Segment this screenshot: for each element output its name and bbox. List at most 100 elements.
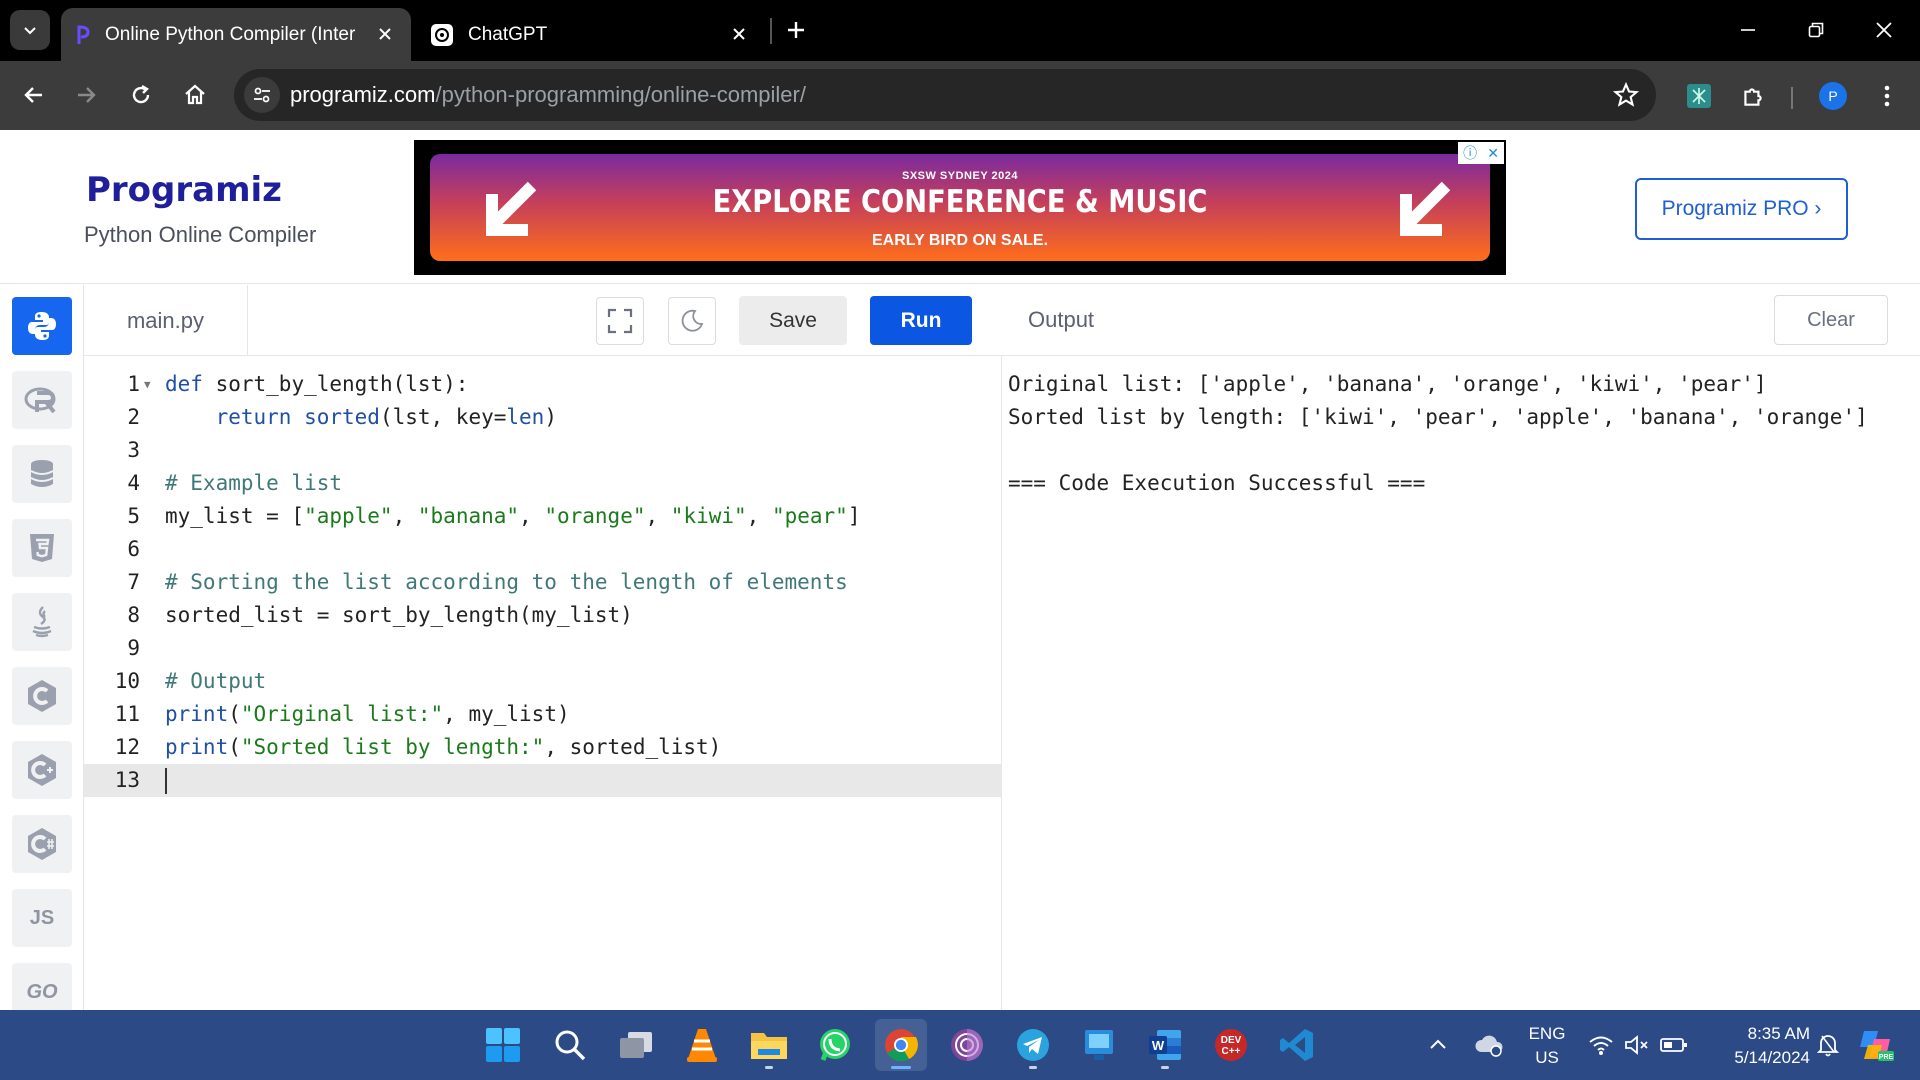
lang-csharp[interactable]: [12, 815, 72, 873]
tray-notifications[interactable]: [1816, 1010, 1840, 1080]
code-line[interactable]: 5 my_list = ["apple", "banana", "orange"…: [84, 500, 1002, 533]
code-line[interactable]: 6: [84, 533, 1002, 566]
devcpp-icon: DEVC++: [1215, 1029, 1247, 1061]
browser-menu-button[interactable]: [1872, 81, 1902, 111]
code-editor[interactable]: 1 ▼ def sort_by_length(lst): 2 return so…: [84, 356, 1002, 1010]
tray-network[interactable]: [1588, 1010, 1614, 1080]
tab-search-button[interactable]: [10, 10, 50, 50]
page-subtitle: Python Online Compiler: [84, 222, 317, 247]
ad-info-icon[interactable]: ⓘ: [1463, 143, 1477, 163]
code-line[interactable]: 7 # Sorting the list according to the le…: [84, 566, 1002, 599]
extensions-puzzle-icon[interactable]: [1738, 81, 1768, 111]
programiz-logo[interactable]: Programiz: [86, 170, 282, 210]
lang-go[interactable]: GO: [12, 963, 72, 1010]
running-indicator: [1161, 1066, 1169, 1069]
site-info-button[interactable]: [244, 77, 280, 113]
code-line[interactable]: 3: [84, 434, 1002, 467]
code-line[interactable]: 1 ▼ def sort_by_length(lst):: [84, 368, 1002, 401]
taskbar-vscode[interactable]: [1271, 1019, 1323, 1071]
forward-button[interactable]: [66, 75, 106, 115]
code-line-current[interactable]: 13: [84, 764, 1002, 797]
ad-choices-close[interactable]: ⓘ ✕: [1458, 142, 1504, 164]
start-button[interactable]: [477, 1019, 529, 1071]
code-line[interactable]: 4 # Example list: [84, 467, 1002, 500]
tray-volume[interactable]: [1624, 1010, 1650, 1080]
taskbar-chrome[interactable]: [875, 1019, 927, 1071]
lang-c[interactable]: [12, 667, 72, 725]
close-icon: [1876, 22, 1892, 38]
line-number: 8: [127, 603, 140, 627]
close-window-button[interactable]: [1862, 12, 1906, 48]
svg-text:C++: C++: [1222, 1046, 1241, 1057]
windows-start-icon: [486, 1028, 520, 1062]
site-header: Programiz Python Online Compiler SXSW SY…: [0, 130, 1920, 284]
task-view[interactable]: [610, 1019, 662, 1071]
close-tab-icon[interactable]: [373, 22, 397, 46]
minimize-button[interactable]: [1726, 12, 1770, 48]
close-tab-icon[interactable]: [727, 22, 751, 46]
programiz-pro-button[interactable]: Programiz PRO ›: [1635, 178, 1848, 240]
code-line[interactable]: 10 # Output: [84, 665, 1002, 698]
lang-js[interactable]: JS: [12, 889, 72, 947]
extension-translate-icon[interactable]: [1684, 81, 1714, 111]
ad-title: EXPLORE CONFERENCE & MUSIC: [712, 184, 1208, 220]
taskbar-vlc[interactable]: [676, 1019, 728, 1071]
browser-toolbar: programiz.com/python-programming/online-…: [0, 61, 1920, 130]
tab-programiz[interactable]: Online Python Compiler (Interpreter): [61, 8, 411, 61]
system-clock[interactable]: 8:35 AM 5/14/2024: [1700, 1022, 1810, 1070]
taskbar-word[interactable]: W: [1139, 1019, 1191, 1071]
bookmark-star-icon[interactable]: [1612, 81, 1640, 109]
clock-date: 5/14/2024: [1734, 1048, 1810, 1067]
moon-icon: [681, 309, 704, 332]
taskbar-desktop-app[interactable]: [1073, 1019, 1125, 1071]
taskbar-file-explorer[interactable]: [743, 1019, 795, 1071]
tray-overflow-button[interactable]: [1428, 1010, 1448, 1080]
new-tab-button[interactable]: [780, 14, 812, 46]
url-text: programiz.com/python-programming/online-…: [290, 82, 806, 108]
reload-button[interactable]: [121, 75, 161, 115]
home-button[interactable]: [175, 75, 215, 115]
taskbar-search[interactable]: [544, 1019, 596, 1071]
input-language-indicator[interactable]: ENG US: [1522, 1022, 1572, 1070]
fullscreen-button[interactable]: [596, 297, 644, 345]
code-line[interactable]: 11 print("Original list:", my_list): [84, 698, 1002, 731]
line-number: 3: [127, 438, 140, 462]
ad-creative[interactable]: SXSW SYDNEY 2024 EXPLORE CONFERENCE & MU…: [430, 154, 1490, 261]
ad-banner[interactable]: SXSW SYDNEY 2024 EXPLORE CONFERENCE & MU…: [414, 140, 1506, 275]
file-tab-main-py[interactable]: main.py: [84, 285, 248, 356]
arrow-right-icon: [78, 87, 96, 103]
profile-avatar[interactable]: P: [1819, 82, 1847, 110]
dark-mode-button[interactable]: [668, 297, 716, 345]
clear-button[interactable]: Clear: [1774, 295, 1888, 345]
lang-java[interactable]: [12, 593, 72, 651]
taskbar-telegram[interactable]: [1007, 1019, 1059, 1071]
fold-arrow-icon[interactable]: ▼: [144, 368, 151, 401]
tray-battery[interactable]: [1660, 1010, 1688, 1080]
save-button[interactable]: Save: [739, 296, 847, 345]
code-text: def sort_by_length(lst):: [165, 372, 469, 396]
address-bar[interactable]: programiz.com/python-programming/online-…: [234, 69, 1656, 121]
tray-copilot[interactable]: PRE: [1856, 1010, 1896, 1080]
tab-chatgpt[interactable]: ChatGPT: [420, 8, 765, 61]
code-line[interactable]: 12 print("Sorted list by length:", sorte…: [84, 731, 1002, 764]
lang-html[interactable]: [12, 519, 72, 577]
taskbar-tor[interactable]: [941, 1019, 993, 1071]
code-line[interactable]: 2 return sorted(lst, key=len): [84, 401, 1002, 434]
tray-onedrive[interactable]: [1474, 1010, 1504, 1080]
lang-r[interactable]: [12, 371, 72, 429]
lang-sql[interactable]: [12, 445, 72, 503]
restore-button[interactable]: [1794, 12, 1838, 48]
taskbar-whatsapp[interactable]: [809, 1019, 861, 1071]
reload-icon: [132, 84, 150, 104]
code-line[interactable]: 9: [84, 632, 1002, 665]
taskbar-devcpp[interactable]: DEV C++: [1205, 1019, 1257, 1071]
code-text: [165, 764, 167, 797]
csharp-icon: [28, 828, 56, 860]
lang-python[interactable]: [12, 297, 72, 355]
run-button[interactable]: Run: [870, 296, 972, 345]
ad-close-icon[interactable]: ✕: [1487, 145, 1499, 162]
code-line[interactable]: 8 sorted_list = sort_by_length(my_list): [84, 599, 1002, 632]
toolbar-separator: [1791, 87, 1793, 109]
back-button[interactable]: [14, 75, 54, 115]
lang-cpp[interactable]: [12, 741, 72, 799]
